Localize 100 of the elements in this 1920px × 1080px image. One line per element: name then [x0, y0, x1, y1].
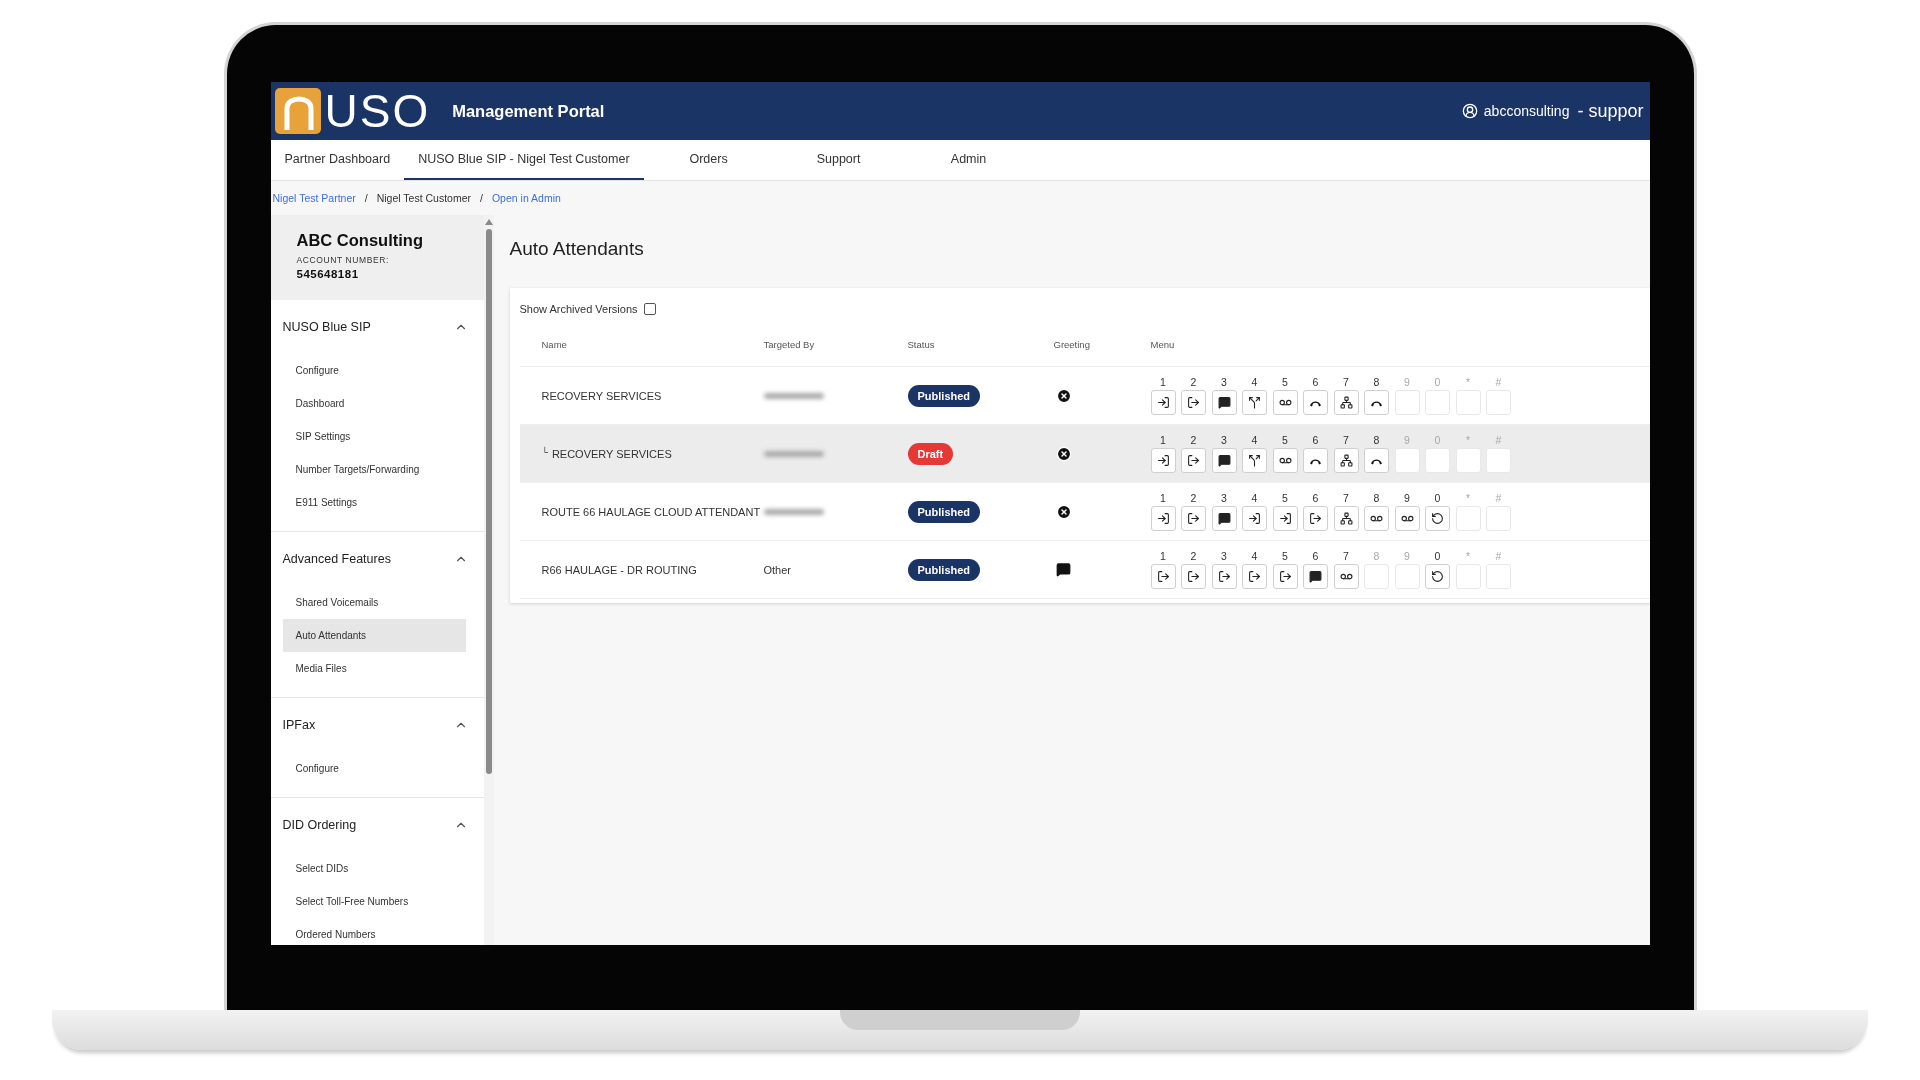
account-number: 545648181 — [296, 268, 360, 280]
redaction-blur — [763, 508, 824, 515]
menu-key[interactable] — [1303, 564, 1328, 589]
sidebar-item[interactable]: Configure — [282, 752, 466, 785]
sidebar-item[interactable]: Select DIDs — [282, 852, 466, 885]
nav-tab[interactable]: Support — [773, 140, 904, 180]
section-title: NUSO Blue SIP — [282, 320, 371, 334]
key-label: 3 — [1221, 492, 1227, 504]
page-title: Auto Attendants — [509, 238, 645, 260]
nav-tab[interactable]: Orders — [643, 140, 774, 180]
nav-tab[interactable]: Partner Dashboard — [270, 140, 405, 180]
table-row[interactable]: RECOVERY SERVICES Published 1 2 3 4 5 6 7 8 9 0 * # — [519, 367, 1650, 425]
sidebar-item[interactable]: SIP Settings — [282, 420, 466, 453]
menu-key[interactable] — [1364, 448, 1389, 473]
checkbox[interactable] — [643, 303, 656, 315]
key-label: 4 — [1251, 434, 1258, 446]
menu-key[interactable] — [1150, 390, 1176, 415]
menu-key[interactable] — [1303, 448, 1328, 473]
breadcrumb-link[interactable]: Open in Admin — [491, 192, 561, 204]
menu-key[interactable] — [1272, 448, 1298, 473]
menu-key[interactable] — [1242, 506, 1267, 531]
menu-key[interactable] — [1333, 506, 1359, 531]
account-name: ABC Consulting — [296, 231, 424, 250]
menu-key[interactable] — [1272, 564, 1298, 589]
tree-icon — [1339, 396, 1353, 409]
scrollbar[interactable] — [483, 215, 494, 945]
menu-key[interactable] — [1333, 448, 1359, 473]
section-header[interactable]: Advanced Features — [270, 542, 484, 576]
key-label: * — [1465, 434, 1471, 446]
menu-key[interactable] — [1211, 506, 1237, 531]
breadcrumb-link[interactable]: Nigel Test Partner — [272, 192, 356, 204]
key-label: 7 — [1343, 550, 1349, 562]
menu-key[interactable] — [1242, 390, 1267, 415]
menu-key[interactable] — [1272, 390, 1298, 415]
menu-key[interactable] — [1425, 564, 1450, 589]
user-icon — [1461, 103, 1478, 119]
menu-key[interactable] — [1242, 448, 1267, 473]
handset-icon — [1309, 456, 1322, 465]
menu-key[interactable] — [1364, 506, 1389, 531]
menu-key[interactable] — [1364, 390, 1389, 415]
handset-icon — [1370, 456, 1383, 465]
column-header: Targeted By — [763, 338, 816, 350]
sidebar-item[interactable]: Media Files — [282, 652, 466, 685]
section-header[interactable]: DID Ordering — [270, 808, 484, 842]
key-label: 0 — [1434, 492, 1441, 504]
nav-tab[interactable]: NUSO Blue SIP - Nigel Test Customer — [404, 140, 644, 180]
menu-key[interactable] — [1211, 448, 1237, 473]
section-header[interactable]: NUSO Blue SIP — [270, 310, 484, 344]
status-badge: Published — [907, 558, 981, 581]
table-row[interactable]: ROUTE 66 HAULAGE CLOUD ATTENDANT Published 1 2 3 4 5 6 7 8 9 0 * # — [519, 483, 1650, 541]
table-cell-text: $^{└}$ RECOVERY SERVICES — [541, 447, 673, 460]
table-cell-text: Other — [763, 563, 792, 576]
sidebar-item[interactable]: Select Toll-Free Numbers — [282, 885, 466, 918]
nav-tab[interactable]: Admin — [903, 140, 1034, 180]
table-row[interactable]: R66 HAULAGE - DR ROUTING Other Published 1 2 3 4 5 6 7 8 9 0 * # — [519, 541, 1650, 599]
menu-key[interactable] — [1181, 390, 1206, 415]
menu-key[interactable] — [1211, 390, 1237, 415]
table-row[interactable]: $^{└}$ RECOVERY SERVICES Draft 1 2 3 4 5 6 7 8 9 0 * # — [519, 425, 1650, 483]
sidebar-item[interactable]: Shared Voicemails — [282, 586, 466, 619]
key-label: 2 — [1190, 434, 1197, 446]
tree-icon — [1339, 454, 1353, 467]
section-header[interactable]: IPFax — [270, 708, 484, 742]
login-icon — [1248, 512, 1261, 525]
menu-key[interactable] — [1425, 506, 1450, 531]
sidebar-item[interactable]: Dashboard — [282, 387, 466, 420]
menu-key[interactable] — [1303, 506, 1328, 531]
menu-key[interactable] — [1150, 506, 1176, 531]
menu-key[interactable] — [1333, 390, 1359, 415]
section-title: IPFax — [282, 718, 316, 732]
menu-key[interactable] — [1150, 564, 1176, 589]
handset-icon — [1309, 398, 1322, 407]
key-label: 8 — [1373, 550, 1380, 562]
column-header: Name — [541, 338, 568, 350]
sidebar-item[interactable]: Number Targets/Forwarding — [282, 453, 466, 486]
sidebar-item[interactable]: E911 Settings — [282, 486, 466, 519]
login-icon — [1278, 512, 1292, 525]
menu-key[interactable] — [1333, 564, 1359, 589]
sidebar-item[interactable]: Auto Attendants — [282, 619, 466, 652]
menu-key[interactable] — [1272, 506, 1298, 531]
key-label: 6 — [1312, 434, 1319, 446]
message-icon — [1309, 570, 1322, 583]
message-icon — [1217, 512, 1231, 525]
key-label: 6 — [1312, 550, 1319, 562]
menu-key[interactable] — [1181, 448, 1206, 473]
menu-key[interactable] — [1303, 390, 1328, 415]
sidebar-item[interactable]: Ordered Numbers — [282, 918, 466, 945]
column-header: Menu — [1150, 338, 1176, 350]
menu-key[interactable] — [1181, 506, 1206, 531]
sidebar-item[interactable]: Configure — [282, 354, 466, 387]
menu-key[interactable] — [1394, 506, 1420, 531]
menu-key[interactable] — [1211, 564, 1237, 589]
menu-key[interactable] — [1181, 564, 1206, 589]
key-label: 1 — [1160, 492, 1166, 504]
message-icon — [1217, 396, 1231, 409]
menu-key[interactable] — [1150, 448, 1176, 473]
menu-key[interactable] — [1242, 564, 1267, 589]
user-role: - suppor — [1577, 100, 1644, 122]
column-header: Status — [907, 338, 936, 350]
close-circle-icon — [1055, 387, 1072, 404]
key-label: 3 — [1221, 434, 1227, 446]
